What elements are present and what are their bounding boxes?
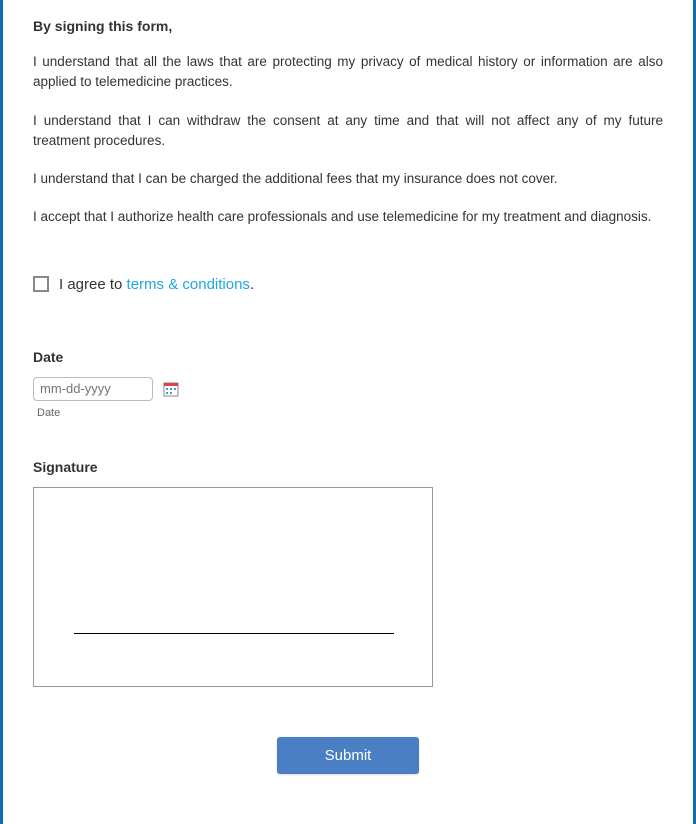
signature-field-block: Signature xyxy=(33,459,663,687)
submit-button[interactable]: Submit xyxy=(277,737,420,774)
signature-pad[interactable] xyxy=(33,487,433,687)
section-heading: By signing this form, xyxy=(33,18,663,34)
form-container: By signing this form, I understand that … xyxy=(0,0,696,824)
calendar-icon[interactable] xyxy=(163,381,179,397)
agree-text: I agree to terms & conditions. xyxy=(59,276,254,293)
date-label: Date xyxy=(33,349,663,365)
consent-paragraph: I understand that I can withdraw the con… xyxy=(33,111,663,152)
date-field-block: Date Date xyxy=(33,349,663,419)
consent-paragraph: I accept that I authorize health care pr… xyxy=(33,207,663,227)
agree-checkbox[interactable] xyxy=(33,276,49,292)
consent-paragraph: I understand that I can be charged the a… xyxy=(33,169,663,189)
date-input[interactable] xyxy=(33,377,153,401)
agree-suffix: . xyxy=(250,276,254,293)
signature-label: Signature xyxy=(33,459,663,475)
submit-row: Submit xyxy=(33,737,663,774)
signature-line xyxy=(74,633,394,634)
agree-row: I agree to terms & conditions. xyxy=(33,276,663,293)
agree-prefix: I agree to xyxy=(59,276,127,293)
date-sublabel: Date xyxy=(37,407,663,419)
date-row xyxy=(33,377,663,401)
consent-paragraph: I understand that all the laws that are … xyxy=(33,52,663,93)
terms-link[interactable]: terms & conditions xyxy=(127,276,250,293)
